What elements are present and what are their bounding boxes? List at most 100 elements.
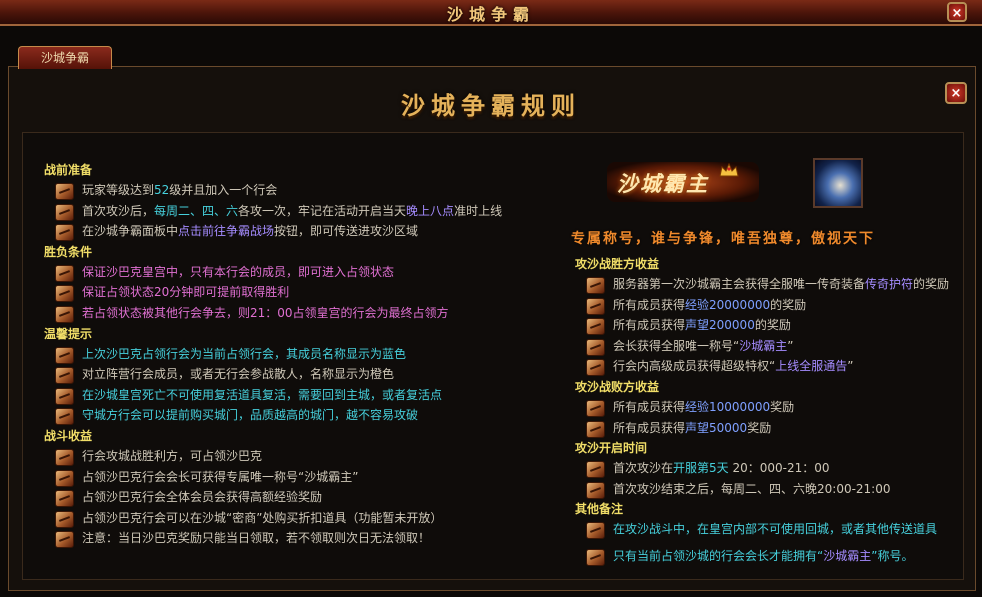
rule-text: 所有成员获得 bbox=[613, 297, 686, 312]
rule-item: 行会内高级成员获得超级特权“上线全服通告” bbox=[575, 356, 975, 377]
scroll-icon bbox=[586, 522, 605, 540]
rule-text: 的奖励 bbox=[913, 277, 950, 291]
rule-item: 保证沙巴克皇宫中，只有本行会的成员，即可进入占领状态 bbox=[44, 262, 534, 283]
section-heading: 战前准备 bbox=[44, 163, 93, 177]
rule-item: 所有成员获得经验10000000奖励 bbox=[575, 397, 975, 418]
rule-item: 首次攻沙结束之后，每周二、四、六晚20:00-21:00 bbox=[575, 479, 975, 500]
slogan: 专属称号，谁与争锋，唯吾独尊，傲视天下 bbox=[571, 231, 875, 247]
scroll-icon bbox=[586, 277, 605, 294]
rule-text: 传奇护符 bbox=[865, 277, 914, 291]
rule-item: 行会攻城战胜利方，可占领沙巴克 bbox=[44, 446, 534, 467]
rule-text: 的奖励 bbox=[754, 318, 791, 333]
rule-text: 沙城霸主 bbox=[823, 548, 872, 563]
rule-text: 首次攻沙结束之后，每周二、四、六晚20:00-21:00 bbox=[613, 481, 891, 496]
scroll-icon bbox=[55, 510, 74, 528]
scroll-icon bbox=[55, 490, 74, 508]
scroll-icon bbox=[55, 408, 74, 426]
scroll-icon bbox=[55, 224, 74, 242]
scroll-icon bbox=[586, 359, 605, 377]
rule-item: 对立阵营行会成员，或者无行会参战散人，名称显示为橙色 bbox=[44, 364, 534, 385]
scroll-icon bbox=[55, 203, 74, 221]
section-heading: 胜负条件 bbox=[44, 244, 93, 259]
rule-item: 在沙城皇宫死亡不可使用复活道具复活，需要回到主城，或者复活点 bbox=[44, 385, 534, 406]
rule-text: 上次沙巴克占领行会为当前占领行会，其成员名称显示为蓝色 bbox=[82, 346, 407, 361]
section-heading: 攻沙战败方收益 bbox=[575, 379, 660, 394]
sand-city-overlord-logo: 沙城霸主 bbox=[607, 162, 759, 202]
rule-text: 每周二、四、六 bbox=[154, 203, 239, 218]
rule-text: ” bbox=[787, 338, 794, 353]
scroll-icon bbox=[55, 183, 74, 200]
rule-text: 在攻沙战斗中，在皇宫内部不可使用回城，或者其他传送道具 bbox=[613, 522, 938, 537]
rule-text: 所有成员获得 bbox=[613, 399, 686, 414]
rule-item: 首次攻沙后，每周二、四、六各攻一次，牢记在活动开启当天晚上八点准时上线 bbox=[44, 201, 534, 222]
rule-item: 会长获得全服唯一称号“沙城霸主” bbox=[575, 336, 975, 357]
left-rules-column: 战前准备玩家等级达到52级并且加入一个行会首次攻沙后，每周二、四、六各攻一次，牢… bbox=[44, 160, 534, 549]
rule-text: 注意：当日沙巴克奖励只能当日领取，若不领取则次日无法领取！ bbox=[82, 531, 431, 546]
rule-item: 只有当前占领沙城的行会会长才能拥有“沙城霸主”称号。 bbox=[575, 546, 975, 567]
rule-text: 开服第5天 bbox=[673, 461, 729, 476]
rule-text: 52 bbox=[154, 183, 170, 197]
rule-text: ” bbox=[847, 359, 854, 374]
window-title: 沙城争霸 bbox=[446, 5, 535, 24]
rule-text: 在沙城皇宫死亡不可使用复活道具复活，需要回到主城，或者复活点 bbox=[82, 387, 443, 402]
scroll-icon bbox=[55, 305, 74, 323]
rule-text: 声望200000 bbox=[685, 318, 755, 333]
rule-text: 占领沙巴克行会会长可获得专属唯一称号“沙城霸主” bbox=[82, 469, 359, 484]
rule-text: 20：000-21：00 bbox=[728, 461, 830, 476]
title-badge-icon bbox=[813, 158, 863, 208]
rule-text: 经验20000000 bbox=[685, 297, 771, 312]
scroll-icon bbox=[586, 481, 605, 499]
scroll-icon bbox=[586, 461, 605, 479]
rule-item: 首次攻沙在开服第5天 20：000-21：00 bbox=[575, 458, 975, 479]
rule-text: 各攻一次，牢记在活动开启当天 bbox=[238, 203, 407, 218]
rule-text: 的奖励 bbox=[770, 297, 807, 312]
rule-text: 级并且加入一个行会 bbox=[169, 183, 278, 197]
rule-text: 玩家等级达到 bbox=[82, 183, 155, 197]
rule-text: 在沙城争霸面板中 bbox=[82, 224, 179, 239]
scroll-icon bbox=[586, 318, 605, 336]
rule-item: 服务器第一次沙城霸主会获得全服唯一传奇装备传奇护符的奖励 bbox=[575, 274, 975, 295]
rule-item: 注意：当日沙巴克奖励只能当日领取，若不领取则次日无法领取！ bbox=[44, 528, 534, 549]
rule-item: 保证占领状态20分钟即可提前取得胜利 bbox=[44, 282, 534, 303]
section-heading: 温馨提示 bbox=[44, 326, 93, 341]
rule-item: 所有成员获得声望200000的奖励 bbox=[575, 315, 975, 336]
scroll-icon bbox=[586, 297, 605, 315]
rule-text: 占领沙巴克行会全体会员会获得高额经验奖励 bbox=[82, 490, 323, 505]
rule-text: 保证沙巴克皇宫中，只有本行会的成员，即可进入占领状态 bbox=[82, 264, 395, 279]
panel-close-button[interactable]: × bbox=[945, 82, 967, 104]
scroll-icon bbox=[586, 420, 605, 438]
rule-item: 在攻沙战斗中，在皇宫内部不可使用回城，或者其他传送道具 bbox=[575, 519, 975, 540]
rule-text: 占领沙巴克行会可以在沙城“密商”处购买折扣道具（功能暂未开放） bbox=[82, 510, 443, 525]
tab-sand-city-battle[interactable]: 沙城争霸 bbox=[18, 46, 112, 69]
rule-item: 在沙城争霸面板中点击前往争霸战场按钮，即可传送进攻沙区域 bbox=[44, 221, 534, 242]
rule-item: 占领沙巴克行会会长可获得专属唯一称号“沙城霸主” bbox=[44, 467, 534, 488]
rule-text: 行会攻城战胜利方，可占领沙巴克 bbox=[82, 448, 263, 463]
rule-text: 对立阵营行会成员，或者无行会参战散人，名称显示为橙色 bbox=[82, 367, 395, 382]
window-titlebar: 沙城争霸 bbox=[0, 0, 982, 26]
rule-text: 按钮，即可传送进攻沙区域 bbox=[274, 224, 419, 239]
rule-text: 声望50000 bbox=[685, 420, 748, 435]
scroll-icon bbox=[586, 548, 605, 566]
section-heading: 其他备注 bbox=[575, 502, 624, 517]
rule-text: 行会内高级成员获得超级特权“ bbox=[613, 359, 776, 374]
section-heading: 攻沙开启时间 bbox=[575, 441, 648, 456]
rule-text: 所有成员获得 bbox=[613, 318, 686, 333]
rule-text: ”称号。 bbox=[871, 548, 914, 563]
rule-text: 保证占领状态20分钟即可提前取得胜利 bbox=[82, 285, 290, 300]
scroll-icon bbox=[55, 469, 74, 487]
rule-text: 晚上八点 bbox=[406, 203, 455, 218]
rule-text: 奖励 bbox=[747, 420, 772, 435]
rule-text: 点击前往争霸战场 bbox=[178, 224, 275, 239]
rule-item: 守城方行会可以提前购买城门，品质越高的城门，越不容易攻破 bbox=[44, 405, 534, 426]
scroll-icon bbox=[55, 448, 74, 466]
scroll-icon bbox=[55, 531, 74, 549]
rule-text: 奖励 bbox=[770, 399, 795, 414]
window-close-button[interactable]: × bbox=[947, 2, 967, 22]
scroll-icon bbox=[586, 399, 605, 417]
scroll-icon bbox=[55, 285, 74, 303]
rule-text: 只有当前占领沙城的行会会长才能拥有“ bbox=[613, 548, 824, 563]
rule-text: 沙城霸主 bbox=[739, 338, 788, 353]
scroll-icon bbox=[55, 387, 74, 405]
rule-text: 经验10000000 bbox=[685, 399, 771, 414]
rule-text: 上线全服通告 bbox=[775, 359, 848, 374]
